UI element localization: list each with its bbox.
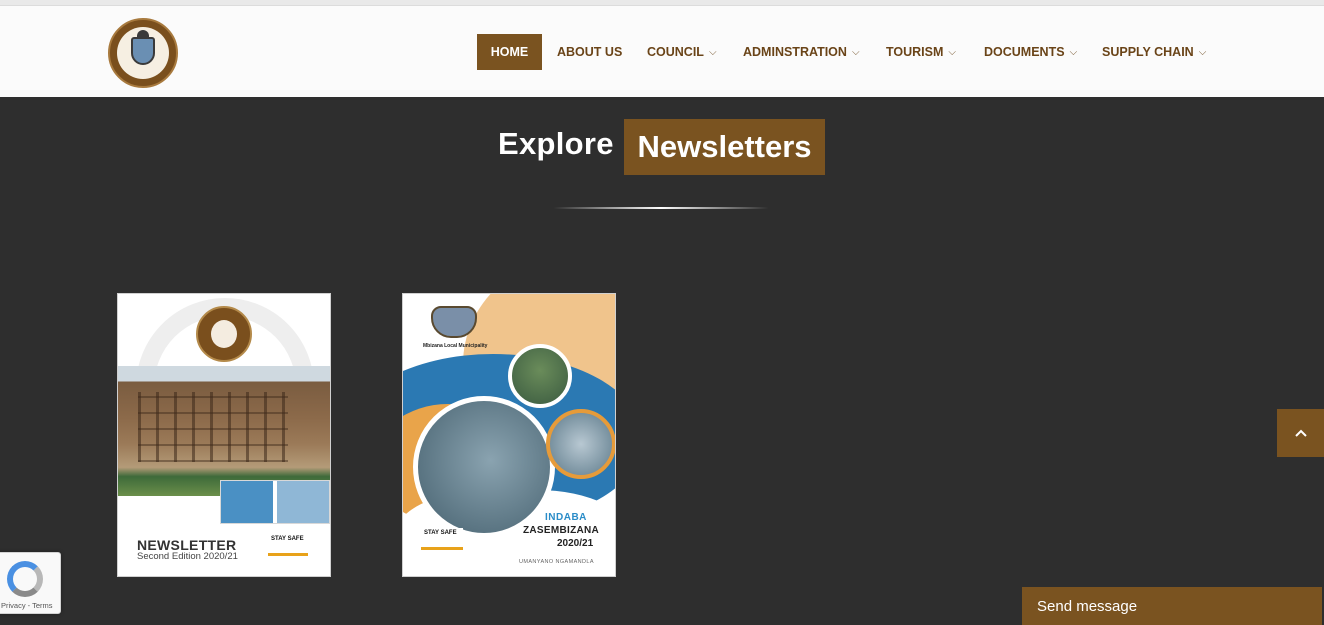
chevron-down-icon: ⌵	[1069, 46, 1078, 58]
recaptcha-icon	[7, 561, 43, 597]
newsletter-emblem	[196, 306, 252, 362]
scroll-to-top-button[interactable]	[1277, 409, 1324, 457]
nav-tourism-label: TOURISM	[886, 45, 944, 59]
circle-photo-main	[413, 396, 555, 538]
nav-about-us-label: ABOUT US	[557, 45, 623, 59]
nav-supply-chain[interactable]: SUPPLY CHAIN ⌵	[1102, 34, 1206, 70]
cover-title-line2: ZASEMBIZANA	[523, 525, 600, 536]
newsletter-subtitle: Second Edition 2020/21	[137, 551, 238, 562]
logo-crest-icon	[131, 30, 155, 65]
stay-safe-badge	[421, 528, 463, 550]
nav-adminstration[interactable]: ADMINSTRATION ⌵	[743, 34, 860, 70]
nav-documents-label: DOCUMENTS	[984, 45, 1065, 59]
nav-adminstration-label: ADMINSTRATION	[743, 45, 847, 59]
nav-council[interactable]: COUNCIL ⌵	[647, 34, 717, 70]
nav-tourism[interactable]: TOURISM ⌵	[886, 34, 956, 70]
chevron-down-icon: ⌵	[851, 46, 860, 58]
cover-footer-motto: UMANYANO NGAMANDLA	[519, 559, 594, 565]
recaptcha-links[interactable]: Privacy - Terms	[1, 601, 53, 610]
nav-home[interactable]: HOME	[477, 34, 542, 70]
chevron-down-icon: ⌵	[948, 46, 957, 58]
municipality-logo[interactable]	[108, 18, 178, 88]
circle-photo-top	[508, 344, 572, 408]
section-title-explore: Explore	[498, 126, 614, 161]
building-photo	[118, 366, 330, 496]
cover-title-line1: INDABA	[545, 512, 587, 523]
send-message-chat-button[interactable]: Send message	[1022, 587, 1322, 625]
chevron-up-icon	[1294, 429, 1307, 437]
stay-safe-badge	[268, 534, 308, 556]
circle-photo-side	[546, 409, 615, 479]
chevron-down-icon: ⌵	[708, 46, 717, 58]
newsletter-card-2[interactable]: Mbizana Local Municipality INDABA ZASEMB…	[402, 293, 616, 577]
chevron-down-icon: ⌵	[1198, 46, 1207, 58]
nav-documents[interactable]: DOCUMENTS ⌵	[984, 34, 1077, 70]
section-title-highlight: Newsletters	[624, 119, 825, 175]
newsletter-card-1[interactable]: NEWSLETTER Second Edition 2020/21	[117, 293, 331, 577]
municipality-name: Mbizana Local Municipality	[423, 343, 488, 349]
send-message-label: Send message	[1037, 597, 1138, 615]
cover-title-year: 2020/21	[557, 538, 594, 549]
nav-council-label: COUNCIL	[647, 45, 704, 59]
nav-supply-chain-label: SUPPLY CHAIN	[1102, 45, 1194, 59]
section-divider	[553, 207, 769, 209]
recaptcha-badge[interactable]: Privacy - Terms	[0, 552, 61, 614]
inset-photo	[220, 480, 330, 524]
nav-about-us[interactable]: ABOUT US	[557, 34, 622, 70]
